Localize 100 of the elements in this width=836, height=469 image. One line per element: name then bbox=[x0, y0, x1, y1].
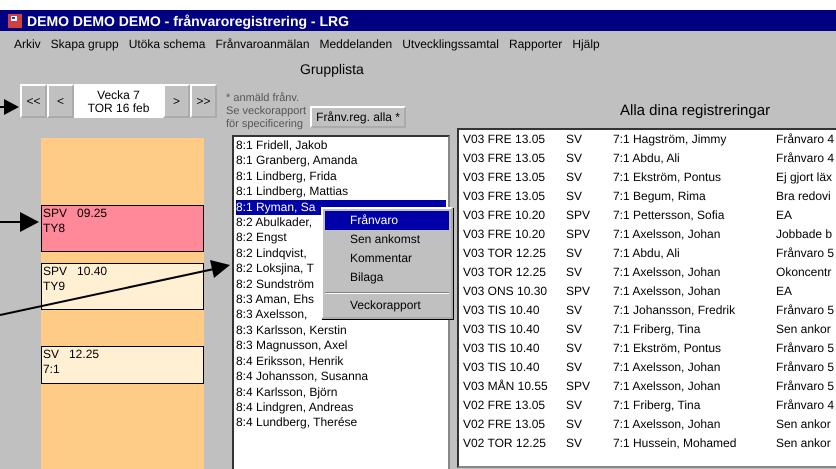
table-cell-text: Frånvaro 4 bbox=[776, 397, 834, 414]
table-cell-text: SPV bbox=[566, 378, 592, 395]
table-cell-text: V02 FRE 13.05 bbox=[463, 397, 546, 414]
first-week-button[interactable]: << bbox=[20, 84, 47, 118]
registration-row[interactable]: V03 ONS 10.30 SPV 7:1 Axelsson, Johan EA bbox=[463, 282, 834, 301]
registrations-title: Alla dina registreringar bbox=[620, 102, 772, 121]
student-item[interactable]: 8:3 Karlsson, Kerstin bbox=[236, 322, 446, 338]
registration-row[interactable]: V03 TIS 10.40 SV 7:1 Friberg, Tina Sen ankor bbox=[463, 320, 834, 339]
context-menu-item[interactable]: Veckorapport bbox=[325, 292, 449, 315]
lesson-block[interactable]: SPV 09.25 TY8 bbox=[41, 205, 204, 252]
week-label: Vecka 7 bbox=[97, 89, 140, 102]
table-cell-text: SV bbox=[566, 397, 584, 414]
menu-item[interactable]: Meddelanden bbox=[320, 37, 392, 57]
lesson-block[interactable]: SV 12.25 7:1 bbox=[41, 346, 204, 384]
context-menu-item[interactable]: Kommentar bbox=[325, 249, 449, 268]
table-cell-text: 7:1 Axelsson, Johan bbox=[613, 283, 722, 300]
table-cell-text: 7:1 Axelsson, Johan bbox=[613, 378, 722, 395]
context-menu-item[interactable]: Frånvaro bbox=[325, 211, 449, 230]
table-cell-text: Bra redovi bbox=[776, 188, 831, 205]
student-item[interactable]: 8:4 Karlsson, Björn bbox=[236, 384, 446, 400]
table-cell-text: 7:1 Hagström, Jimmy bbox=[613, 131, 728, 148]
registration-row[interactable]: V03 FRE 13.05 SV 7:1 Begum, Rima Bra redovi bbox=[463, 187, 834, 206]
registration-row[interactable]: V02 FRE 13.05 SV 7:1 Axelsson, Johan Sen ankor bbox=[463, 415, 834, 434]
table-cell-text: V03 TOR 12.25 bbox=[463, 245, 547, 262]
table-cell-text: Okoncentr bbox=[776, 264, 832, 281]
table-cell-text: EA bbox=[776, 207, 792, 224]
registration-row[interactable]: V03 TOR 12.25 SV 7:1 Abdu, Ali Frånvaro 5 bbox=[463, 244, 834, 263]
student-item[interactable]: 8:1 Fridell, Jakob bbox=[236, 138, 446, 154]
previous-button[interactable]: < bbox=[47, 84, 74, 118]
table-cell-text: V03 FRE 13.05 bbox=[463, 169, 546, 186]
table-cell-text: V03 TIS 10.40 bbox=[463, 340, 540, 357]
registration-row[interactable]: V03 MÅN 10.55 SPV 7:1 Axelsson, Johan Frånvaro 5 bbox=[463, 377, 834, 396]
annotation-arrow bbox=[0, 212, 39, 232]
table-cell-text: SV bbox=[566, 188, 584, 205]
registration-row[interactable]: V03 TIS 10.40 SV 7:1 Johansson, Fredrik Frånvaro 5 bbox=[463, 301, 834, 320]
registration-row[interactable]: V02 FRE 13.05 SV 7:1 Friberg, Tina Frånvaro 4 bbox=[463, 396, 834, 415]
student-item[interactable]: 8:3 Magnusson, Axel bbox=[236, 338, 446, 354]
lesson-block[interactable]: SPV 10.40 TY9 bbox=[41, 263, 204, 310]
table-cell-text: 7:1 Axelsson, Johan bbox=[613, 264, 722, 281]
table-cell-text: V03 FRE 10.20 bbox=[463, 207, 546, 224]
registration-row[interactable]: V02 TOR 12.25 SV 7:1 Hussein, Mohamed Sen ankor bbox=[463, 434, 834, 453]
menu-item[interactable]: Frånvaroanmälan bbox=[215, 37, 310, 57]
table-cell-text: EA bbox=[776, 283, 792, 300]
student-item[interactable]: 8:4 Lundberg, Therése bbox=[236, 415, 446, 431]
table-cell-text: SV bbox=[566, 416, 584, 433]
table-cell-text: Sen ankor bbox=[776, 416, 831, 433]
registration-row[interactable]: V03 FRE 13.05 SV 7:1 Hagström, Jimmy Frånvaro 4 bbox=[463, 130, 834, 149]
registration-row[interactable]: V03 TOR 12.25 SV 7:1 Axelsson, Johan Okoncentr bbox=[463, 263, 834, 282]
table-cell-text: V03 ONS 10.30 bbox=[463, 283, 548, 300]
student-item[interactable]: 8:4 Eriksson, Henrik bbox=[236, 354, 446, 370]
registration-row[interactable]: V03 TIS 10.40 SV 7:1 Ekström, Pontus Frånvaro 5 bbox=[463, 339, 834, 358]
table-cell-text: 7:1 Friberg, Tina bbox=[613, 321, 702, 338]
hint-text: * anmäld frånv. Se veckorapport för specificering bbox=[226, 92, 306, 131]
table-cell-text: 7:1 Johansson, Fredrik bbox=[613, 302, 736, 319]
registration-row[interactable]: V03 FRE 10.20 SPV 7:1 Pettersson, Sofia EA bbox=[463, 206, 834, 225]
student-item[interactable]: 8:4 Lindgren, Andreas bbox=[236, 400, 446, 416]
context-menu-item[interactable]: Bilaga bbox=[325, 268, 449, 287]
table-cell-text: V03 FRE 13.05 bbox=[463, 150, 546, 167]
student-item[interactable]: 8:1 Lindberg, Frida bbox=[236, 168, 446, 184]
table-cell-text: V02 TOR 12.25 bbox=[463, 435, 547, 452]
table-cell-text: 7:1 Friberg, Tina bbox=[613, 397, 702, 414]
table-cell-text: 7:1 Abdu, Ali bbox=[613, 245, 681, 262]
table-cell-text: Sen ankor bbox=[776, 321, 831, 338]
student-item[interactable]: 8:1 Granberg, Amanda bbox=[236, 153, 446, 169]
table-cell-text: SV bbox=[566, 245, 584, 262]
register-all-button[interactable]: Frånv.reg. alla * bbox=[310, 106, 406, 128]
group-list-title: Grupplista bbox=[300, 60, 365, 79]
menu-item[interactable]: Rapporter bbox=[508, 37, 562, 57]
menu-item[interactable]: Skapa grupp bbox=[50, 37, 119, 57]
table-cell-text: SPV bbox=[566, 226, 592, 243]
context-menu-item[interactable]: Sen ankomst bbox=[325, 230, 449, 249]
registration-row[interactable]: V03 FRE 13.05 SV 7:1 Ekström, Pontus Ej gjort läx bbox=[463, 168, 834, 187]
table-cell-text: 7:1 Hussein, Mohamed bbox=[613, 435, 738, 452]
date-label: TOR 16 feb bbox=[88, 102, 150, 115]
table-cell-text: Ej gjort läx bbox=[776, 169, 832, 186]
table-cell-text: V03 TIS 10.40 bbox=[463, 359, 540, 376]
lesson-time: SPV 09.25 bbox=[43, 206, 108, 221]
table-cell-text: V03 TOR 12.25 bbox=[463, 264, 547, 281]
menu-item[interactable]: Hjälp bbox=[572, 37, 600, 57]
last-week-button[interactable]: >> bbox=[190, 84, 217, 118]
student-item[interactable]: 8:1 Lindberg, Mattias bbox=[236, 184, 446, 200]
table-cell-text: 7:1 Pettersson, Sofia bbox=[613, 207, 726, 224]
menu-item[interactable]: Arkiv bbox=[14, 37, 41, 57]
menu-item[interactable]: Utvecklingssamtal bbox=[402, 37, 499, 57]
lesson-group: 7:1 bbox=[43, 362, 203, 377]
app-icon bbox=[8, 14, 22, 28]
table-cell-text: SV bbox=[566, 131, 584, 148]
registration-row[interactable]: V03 FRE 10.20 SPV 7:1 Axelsson, Johan Jobbade b bbox=[463, 225, 834, 244]
table-cell-text: 7:1 Ekström, Pontus bbox=[613, 169, 722, 186]
lesson-time: SV 12.25 bbox=[43, 347, 100, 362]
next-button[interactable]: > bbox=[163, 84, 190, 118]
table-cell-text: 7:1 Axelsson, Johan bbox=[613, 359, 722, 376]
registration-row[interactable]: V03 TIS 10.40 SV 7:1 Axelsson, Johan Frånvaro 5 bbox=[463, 358, 834, 377]
registration-row[interactable]: V03 FRE 13.05 SV 7:1 Abdu, Ali Frånvaro 4 bbox=[463, 149, 834, 168]
table-cell-text: V03 MÅN 10.55 bbox=[463, 378, 549, 395]
table-cell-text: SV bbox=[566, 359, 584, 376]
student-item[interactable]: 8:4 Johansson, Susanna bbox=[236, 369, 446, 384]
table-cell-text: 7:1 Axelsson, Johan bbox=[613, 226, 722, 243]
menu-item[interactable]: Utöka schema bbox=[128, 37, 206, 57]
table-cell-text: Frånvaro 4 bbox=[776, 131, 834, 148]
